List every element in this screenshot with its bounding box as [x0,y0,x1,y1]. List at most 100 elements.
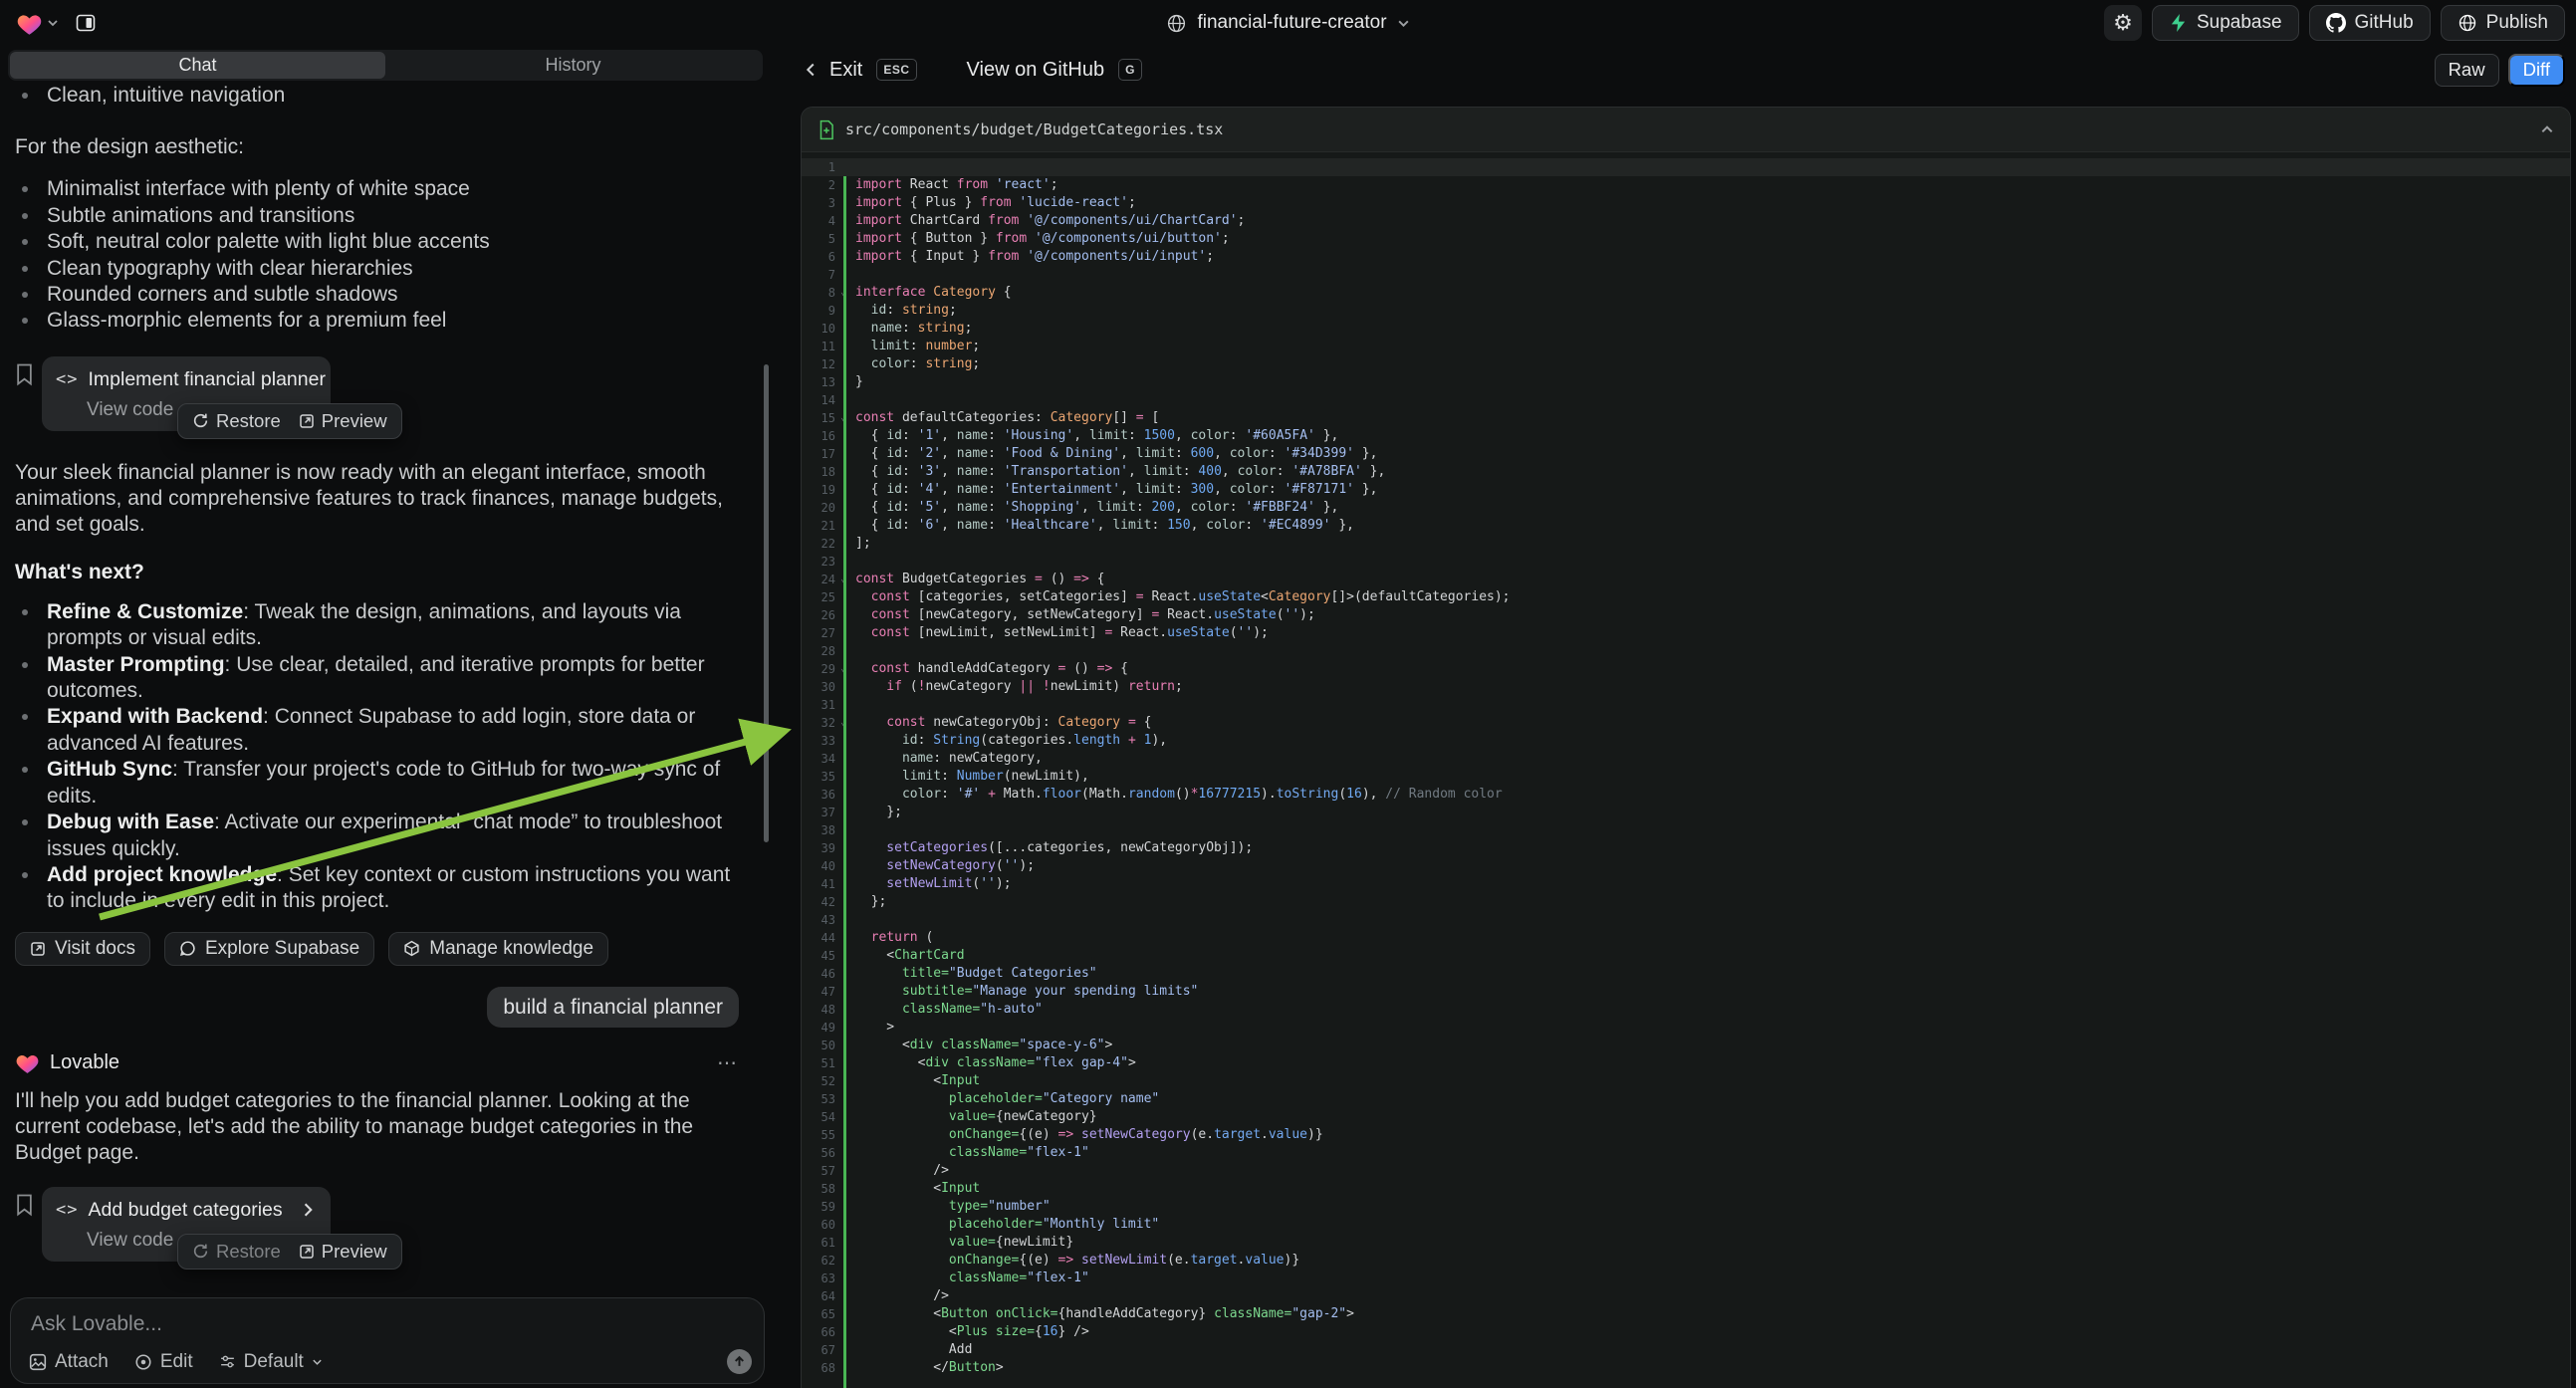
exit-button[interactable]: Exit [829,59,862,82]
lovable-heart-icon [16,11,43,36]
code-line: 38 [802,821,2570,839]
code-line: 62 onChange={(e) => setNewLimit(e.target… [802,1252,2570,1270]
message-menu-button[interactable]: ⋯ [717,1050,739,1075]
code-line: 33 id: String(categories.length + 1), [802,732,2570,750]
esc-key-badge: ESC [876,59,916,81]
bookmark-icon[interactable] [15,362,34,386]
code-line: 12 color: string; [802,355,2570,373]
mode-selector[interactable]: Default [219,1351,323,1373]
code-line: 66 <Plus size={16} /> [802,1323,2570,1341]
code-line: 39 setCategories([...categories, newCate… [802,839,2570,857]
code-line: 56 className="flex-1" [802,1144,2570,1162]
panel-icon [74,11,98,35]
github-icon [2326,13,2346,33]
preview-button[interactable]: Preview [299,410,387,432]
g-key-badge: G [1118,59,1142,81]
code-line: 68 </Button> [802,1359,2570,1377]
code-line: 47 subtitle="Manage your spending limits… [802,983,2570,1001]
code-line: 57 /> [802,1162,2570,1180]
preview-icon [299,1244,315,1260]
bullet-item: Minimalist interface with plenty of whit… [15,176,739,202]
send-button[interactable] [727,1349,752,1374]
code-line: 1 [802,158,2570,176]
design-aesthetic-heading: For the design aesthetic: [15,134,739,160]
assistant-header: Lovable ⋯ [15,1050,739,1075]
external-link-icon [30,941,46,957]
project-name: financial-future-creator [1197,12,1386,34]
restore-button[interactable]: Restore [192,1241,281,1263]
top-bar: financial-future-creator ⚙ Supabase GitH… [0,0,2576,46]
bullet-item: Rounded corners and subtle shadows [15,282,739,308]
lovable-logo-menu[interactable] [16,11,59,36]
code-line: 41 setNewLimit(''); [802,875,2570,893]
code-line: 63 className="flex-1" [802,1270,2570,1287]
chevron-up-icon[interactable] [2540,124,2554,134]
raw-toggle-button[interactable]: Raw [2435,54,2499,87]
version-hover-toolbar: Restore Preview [177,1234,402,1270]
image-icon [29,1353,47,1371]
code-line: 48 className="h-auto" [802,1001,2570,1019]
code-line: 37 }; [802,804,2570,821]
preview-button[interactable]: Preview [299,1241,387,1263]
code-line: 31 [802,696,2570,714]
chevron-right-icon [303,1202,315,1218]
code-line: 27 const [newLimit, setNewLimit] = React… [802,624,2570,642]
arrow-up-icon [733,1355,746,1368]
code-line: 42 }; [802,893,2570,911]
code-line: 61 value={newLimit} [802,1234,2570,1252]
code-header: Exit ESC View on GitHub G Raw Diff [777,46,2576,94]
bullet-item: Subtle animations and transitions [15,203,739,229]
chat-scrollbar[interactable] [764,364,769,842]
code-line: 64 /> [802,1287,2570,1305]
sidebar-toggle-button[interactable] [69,6,103,40]
whats-next-heading: What's next? [15,560,739,585]
preview-icon [299,413,315,429]
edit-button[interactable]: Edit [134,1351,193,1373]
chat-input[interactable] [31,1312,746,1342]
version-card-add-budget-categories: <> Add budget categories View code Resto… [15,1187,739,1271]
code-line: 54 value={newCategory} [802,1108,2570,1126]
file-path: src/components/budget/BudgetCategories.t… [845,120,2530,138]
code-line: 50 <div className="space-y-6"> [802,1037,2570,1054]
code-line: 30 if (!newCategory || !newLimit) return… [802,678,2570,696]
tab-history[interactable]: History [385,52,761,79]
bullet-item: Master Prompting: Use clear, detailed, a… [15,652,739,705]
code-line: 10 name: string; [802,320,2570,338]
gear-icon: ⚙ [2113,10,2133,36]
code-line: 11 limit: number; [802,338,2570,355]
diff-toggle-button[interactable]: Diff [2508,54,2565,87]
file-bar[interactable]: src/components/budget/BudgetCategories.t… [802,108,2570,152]
visit-docs-button[interactable]: Visit docs [15,932,150,966]
supabase-button[interactable]: Supabase [2152,5,2299,41]
package-icon [403,940,420,957]
view-on-github-button[interactable]: View on GitHub [967,59,1105,82]
code-line: 32⌄ const newCategoryObj: Category = { [802,714,2570,732]
target-icon [134,1353,152,1371]
attach-button[interactable]: Attach [29,1351,109,1373]
whats-next-list: Refine & Customize: Tweak the design, an… [15,599,739,915]
explore-supabase-button[interactable]: Explore Supabase [164,932,374,966]
github-button[interactable]: GitHub [2309,5,2431,41]
chevron-down-icon [312,1358,323,1366]
user-message: build a financial planner [487,987,739,1028]
code-line: 4import ChartCard from '@/components/ui/… [802,212,2570,230]
bullet-item: Expand with Backend: Connect Supabase to… [15,704,739,757]
tab-chat[interactable]: Chat [10,52,385,79]
version-card[interactable]: <> Implement financial planner View code… [42,356,331,431]
code-line: 51 <div className="flex gap-4"> [802,1054,2570,1072]
chevron-left-icon[interactable] [805,62,816,78]
lovable-heart-icon [15,1051,40,1074]
code-line: 60 placeholder="Monthly limit" [802,1216,2570,1234]
chevron-down-icon [1397,19,1410,28]
publish-button[interactable]: Publish [2441,5,2565,41]
manage-knowledge-button[interactable]: Manage knowledge [388,932,608,966]
code-editor[interactable]: 12import React from 'react';3import { Pl… [802,152,2570,1388]
project-switcher[interactable]: financial-future-creator [1166,12,1409,34]
version-title: Implement financial planner [88,368,325,391]
settings-button[interactable]: ⚙ [2104,5,2142,41]
chat-messages: Clean, intuitive navigation For the desi… [0,81,765,1293]
version-card[interactable]: <> Add budget categories View code Resto… [42,1187,331,1262]
restore-button[interactable]: Restore [192,410,281,432]
bookmark-icon[interactable] [15,1193,34,1217]
code-line: 25 const [categories, setCategories] = R… [802,588,2570,606]
